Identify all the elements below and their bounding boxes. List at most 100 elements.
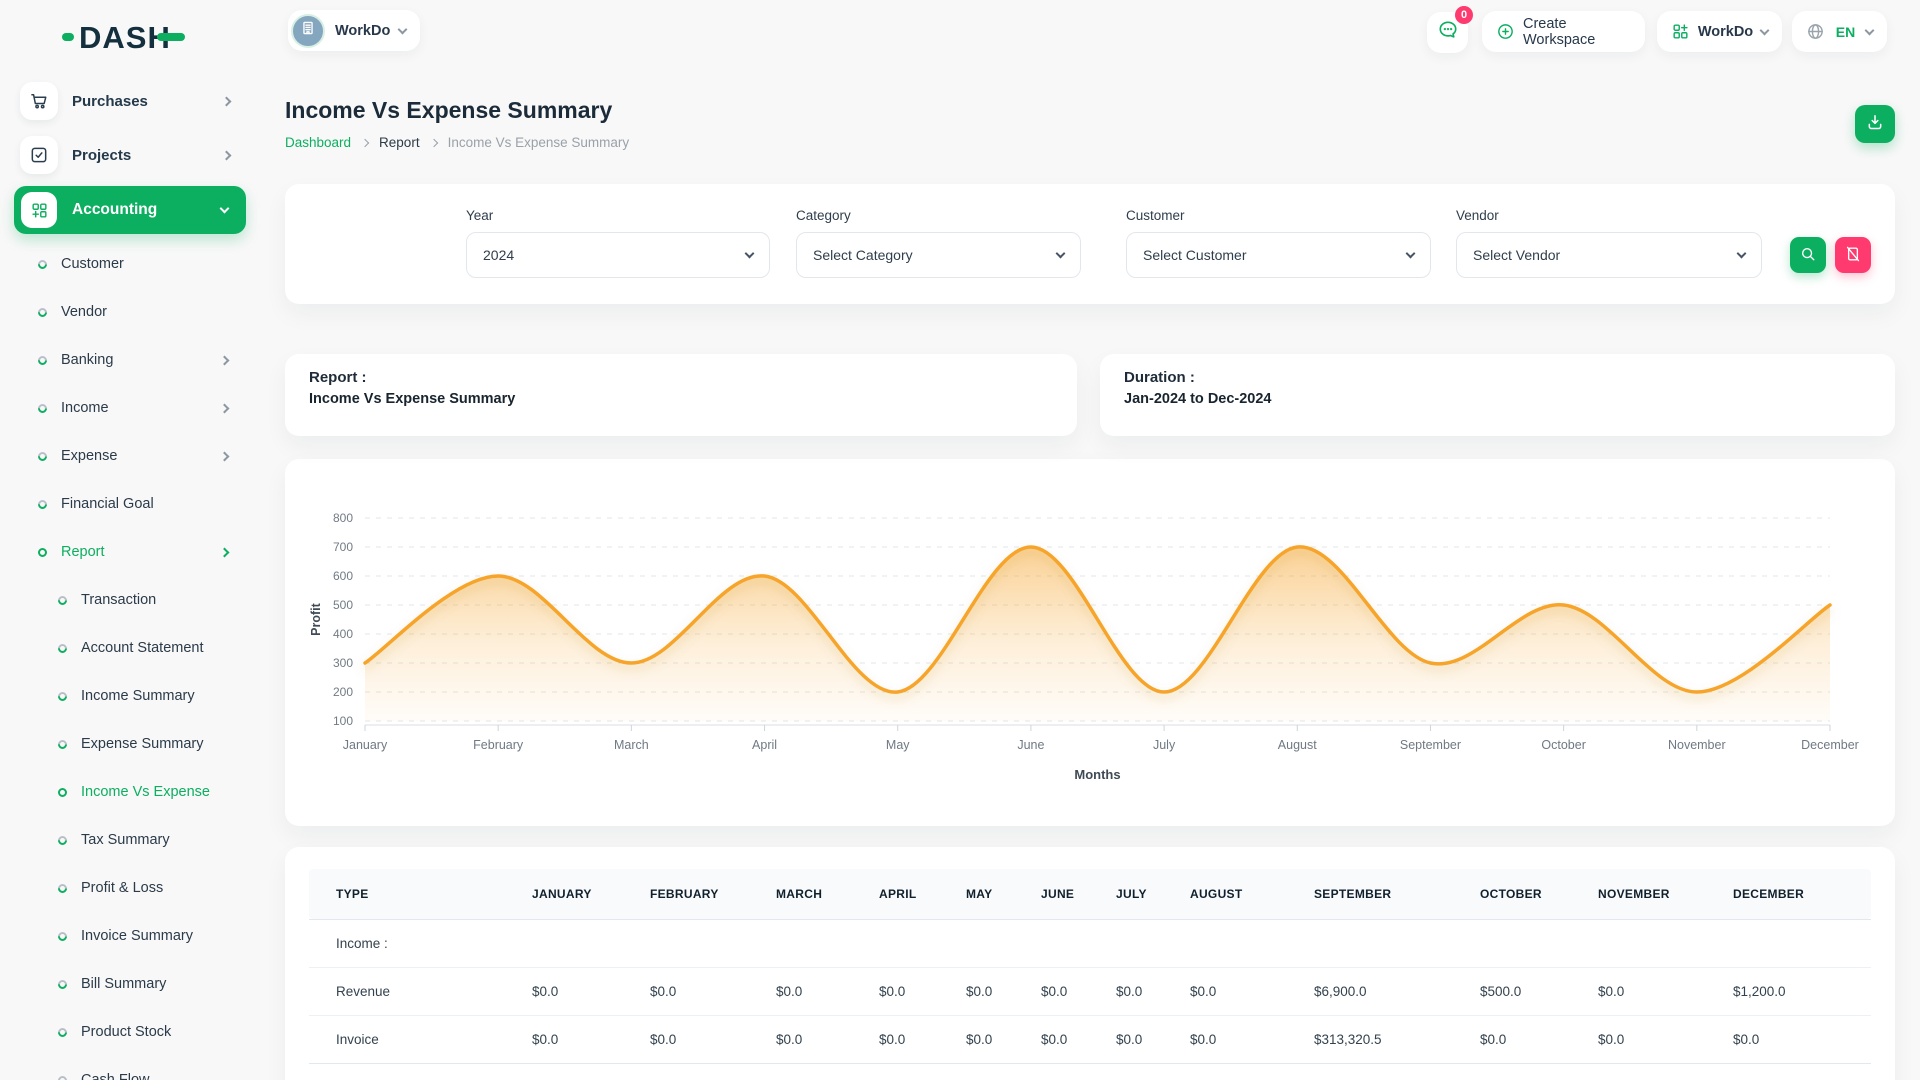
plus-circle-icon bbox=[1496, 22, 1515, 41]
app-menu-button[interactable]: WorkDo bbox=[1657, 11, 1782, 52]
workspace-switcher[interactable]: WorkDo bbox=[288, 10, 420, 51]
customer-select[interactable]: Select Customer bbox=[1126, 232, 1431, 278]
category-select[interactable]: Select Category bbox=[796, 232, 1081, 278]
column-header-may: MAY bbox=[944, 869, 1019, 919]
sidebar-item-label: Customer bbox=[61, 256, 228, 272]
vendor-select[interactable]: Select Vendor bbox=[1456, 232, 1762, 278]
filter-fields: Year2024 Category Select Category Customer S… bbox=[466, 208, 1762, 278]
cell-value: $0.0 bbox=[1168, 1015, 1292, 1063]
workspace-avatar bbox=[291, 14, 325, 48]
svg-text:November: November bbox=[1668, 738, 1726, 752]
building-icon bbox=[299, 19, 317, 42]
cell-value: $0.0 bbox=[857, 967, 944, 1015]
sidebar-item-projects[interactable]: Projects bbox=[0, 131, 260, 179]
column-header-april: APRIL bbox=[857, 869, 944, 919]
sidebar-item-customer[interactable]: Customer bbox=[0, 240, 260, 288]
sidebar-item-invoice-summary[interactable]: Invoice Summary bbox=[0, 912, 260, 960]
sidebar-item-tax-summary[interactable]: Tax Summary bbox=[0, 816, 260, 864]
reset-filter-button[interactable] bbox=[1835, 237, 1871, 273]
sidebar-item-income[interactable]: Income bbox=[0, 384, 260, 432]
cell-value: $0.0 bbox=[1094, 967, 1168, 1015]
sidebar-item-banking[interactable]: Banking bbox=[0, 336, 260, 384]
bullet-icon bbox=[36, 450, 49, 463]
sidebar-item-income-vs-expense[interactable]: Income Vs Expense bbox=[0, 768, 260, 816]
column-header-december: DECEMBER bbox=[1711, 869, 1871, 919]
sidebar-item-product-stock[interactable]: Product Stock bbox=[0, 1008, 260, 1056]
messages-button[interactable]: 0 bbox=[1427, 12, 1468, 53]
table-section-expense: Expense : bbox=[309, 1063, 1871, 1080]
chevron-right-icon bbox=[222, 96, 232, 106]
bullet-icon bbox=[36, 354, 49, 367]
chat-icon bbox=[1437, 19, 1459, 46]
sidebar-item-expense[interactable]: Expense bbox=[0, 432, 260, 480]
sidebar-item-label: Accounting bbox=[72, 201, 221, 219]
bullet-icon bbox=[36, 402, 49, 415]
field-label: Category bbox=[796, 208, 1081, 223]
apply-filter-button[interactable] bbox=[1790, 237, 1826, 273]
sidebar-item-bill-summary[interactable]: Bill Summary bbox=[0, 960, 260, 1008]
report-card-value: Income Vs Expense Summary bbox=[309, 391, 1053, 407]
messages-badge: 0 bbox=[1455, 6, 1473, 24]
chevron-right-icon bbox=[220, 451, 230, 461]
breadcrumb-report[interactable]: Report bbox=[379, 135, 420, 150]
sidebar-item-label: Bill Summary bbox=[81, 976, 228, 992]
sidebar-item-expense-summary[interactable]: Expense Summary bbox=[0, 720, 260, 768]
year-select[interactable]: 2024 bbox=[466, 232, 770, 278]
row-type: Invoice bbox=[309, 1015, 510, 1063]
svg-text:100: 100 bbox=[333, 714, 353, 728]
chevron-right-icon bbox=[429, 138, 437, 146]
chevron-right-icon bbox=[361, 138, 369, 146]
section-heading: Income : bbox=[309, 919, 1871, 967]
bullet-icon bbox=[56, 786, 69, 799]
field-label: Customer bbox=[1126, 208, 1431, 223]
cell-value: $0.0 bbox=[944, 967, 1019, 1015]
create-workspace-button[interactable]: Create Workspace bbox=[1482, 11, 1645, 52]
sidebar-item-income-summary[interactable]: Income Summary bbox=[0, 672, 260, 720]
sidebar-item-account-statement[interactable]: Account Statement bbox=[0, 624, 260, 672]
sidebar-item-purchases[interactable]: Purchases bbox=[0, 77, 260, 125]
svg-text:August: August bbox=[1278, 738, 1317, 752]
bullet-icon bbox=[56, 978, 69, 991]
sidebar-item-cash-flow[interactable]: Cash Flow bbox=[0, 1056, 260, 1080]
sidebar-nav: Purchases Projects Accounting Customer Ven… bbox=[0, 77, 260, 1080]
sidebar-item-financial-goal[interactable]: Financial Goal bbox=[0, 480, 260, 528]
sidebar-item-transaction[interactable]: Transaction bbox=[0, 576, 260, 624]
sidebar-item-report[interactable]: Report bbox=[0, 528, 260, 576]
cell-value: $1,200.0 bbox=[1711, 967, 1871, 1015]
svg-text:February: February bbox=[473, 738, 524, 752]
svg-text:500: 500 bbox=[333, 598, 353, 612]
cell-value: $500.0 bbox=[1458, 967, 1576, 1015]
svg-text:Months: Months bbox=[1074, 767, 1120, 782]
section-heading: Expense : bbox=[309, 1063, 1871, 1080]
bullet-icon bbox=[56, 1074, 69, 1080]
cell-value: $0.0 bbox=[754, 1015, 857, 1063]
vendor-field: VendorSelect Vendor bbox=[1456, 208, 1762, 278]
year-field: Year2024 bbox=[466, 208, 770, 278]
bullet-icon bbox=[56, 594, 69, 607]
sidebar-item-profit-loss[interactable]: Profit & Loss bbox=[0, 864, 260, 912]
column-header-january: JANUARY bbox=[510, 869, 628, 919]
sidebar-item-label: Financial Goal bbox=[61, 496, 228, 512]
column-header-march: MARCH bbox=[754, 869, 857, 919]
breadcrumb-income-vs-expense-summary: Income Vs Expense Summary bbox=[448, 135, 630, 150]
download-report-button[interactable] bbox=[1855, 105, 1895, 143]
sidebar-item-label: Income bbox=[61, 400, 221, 416]
svg-text:January: January bbox=[343, 738, 388, 752]
sidebar-item-label: Income Vs Expense bbox=[81, 784, 228, 800]
bullet-icon bbox=[36, 258, 49, 271]
sidebar-item-label: Expense bbox=[61, 448, 221, 464]
workspace-name: WorkDo bbox=[335, 23, 390, 39]
brand-logo[interactable]: DASH bbox=[62, 20, 260, 54]
language-selector[interactable]: EN bbox=[1792, 11, 1887, 52]
sidebar-item-vendor[interactable]: Vendor bbox=[0, 288, 260, 336]
duration-summary-card: Duration : Jan-2024 to Dec-2024 bbox=[1100, 354, 1895, 436]
filter-actions bbox=[1790, 237, 1871, 273]
column-header-august: AUGUST bbox=[1168, 869, 1292, 919]
chevron-down-icon bbox=[1865, 25, 1875, 35]
filter-card: Year2024 Category Select Category Customer S… bbox=[285, 184, 1895, 304]
sidebar-item-accounting[interactable]: Accounting bbox=[14, 186, 246, 234]
breadcrumb-dashboard[interactable]: Dashboard bbox=[285, 135, 351, 150]
svg-text:December: December bbox=[1801, 738, 1859, 752]
cart-icon bbox=[20, 82, 58, 120]
bullet-icon bbox=[56, 690, 69, 703]
